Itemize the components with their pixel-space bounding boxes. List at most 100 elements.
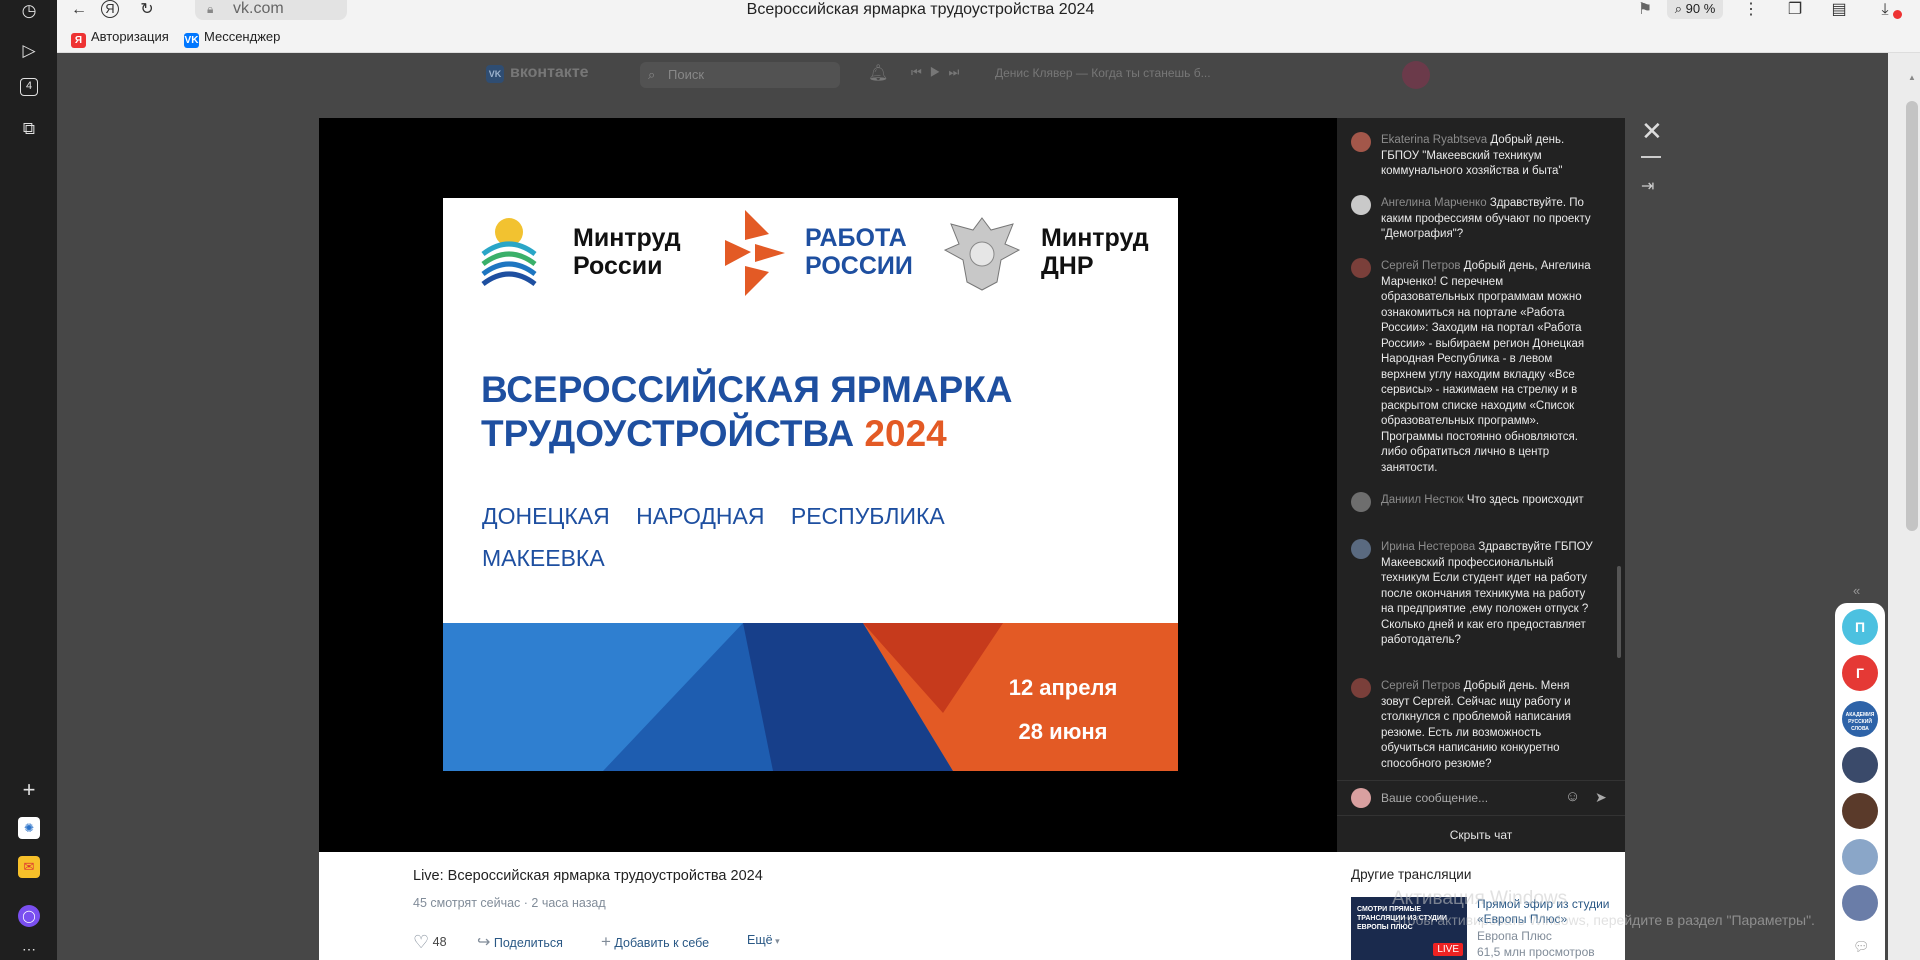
dnr-emblem <box>943 217 1021 291</box>
vk-bookmark-icon: VK <box>184 33 199 48</box>
notification-badge <box>1893 10 1902 19</box>
my-avatar <box>1351 788 1371 808</box>
chat-divider <box>1337 780 1625 781</box>
rail-avatar[interactable]: Г <box>1842 655 1878 691</box>
live-chat: Ekaterina Ryabtseva Добрый день. ГБПОУ "… <box>1337 118 1625 852</box>
user-avatar[interactable] <box>1402 61 1430 89</box>
org2-line1: РАБОТА <box>805 224 907 252</box>
scrollbar-thumb[interactable] <box>1906 101 1918 531</box>
bookmark-auth[interactable]: Я Авторизация <box>71 29 169 48</box>
add-icon[interactable]: + <box>18 779 40 801</box>
alice-icon[interactable]: ◯ <box>18 905 40 927</box>
more-button[interactable]: Ещё ▾ <box>747 933 780 947</box>
bookmark-label: Авторизация <box>91 29 169 44</box>
chat-author[interactable]: Даниил Нестюк <box>1381 494 1464 506</box>
close-icon[interactable]: ✕ <box>1641 118 1663 144</box>
player-controls[interactable]: ⏮▶⏭ <box>911 65 967 80</box>
play-icon[interactable]: ▷ <box>18 40 40 62</box>
mintrud-logo <box>481 218 537 287</box>
watermark-line2: Чтобы активировать Windows, перейдите в … <box>1392 912 1815 928</box>
bookmarks-bar: Я Авторизация VK Мессенджер <box>57 21 1920 53</box>
like-button[interactable]: ♡ 48 <box>413 932 447 953</box>
chat-author[interactable]: Сергей Петров <box>1381 260 1461 272</box>
history-icon[interactable]: ◷ <box>18 0 40 22</box>
add-button[interactable]: + Добавить к себе <box>601 932 709 952</box>
minimize-icon[interactable] <box>1641 156 1661 158</box>
zoom-icon: ⌕ <box>1674 1 1682 16</box>
bookmark-label: Мессенджер <box>204 29 281 44</box>
search-icon: ⌕ <box>648 67 656 82</box>
rail-avatar[interactable]: П <box>1842 609 1878 645</box>
now-playing[interactable]: Денис Клявер — Когда ты станешь б... <box>995 66 1211 80</box>
chat-message: Ангелина Марченко Здравствуйте. По каким… <box>1381 196 1596 243</box>
page-title: Всероссийская ярмарка трудоустройства 20… <box>746 1 1095 18</box>
other-streams-heading: Другие трансляции <box>1351 867 1472 882</box>
chevron-down-icon: ▾ <box>772 936 780 946</box>
chat-message: Сергей Петров Добрый день, Ангелина Марч… <box>1381 259 1596 476</box>
date-end: 28 июня <box>1018 719 1108 744</box>
share-button[interactable]: ↪ Поделиться <box>477 932 563 952</box>
stream-channel[interactable]: Европа Плюс <box>1477 929 1552 943</box>
chat-author[interactable]: Сергей Петров <box>1381 680 1461 692</box>
likes-count: 48 <box>432 935 447 949</box>
vk-search-input[interactable]: ⌕ Поиск <box>640 62 840 88</box>
chat-avatar <box>1351 492 1371 512</box>
time-ago: 2 часа назад <box>531 896 606 910</box>
chat-message: Даниил Нестюк Что здесь происходит <box>1381 493 1596 509</box>
chat-text: Здравствуйте ГБПОУ Макеевский профессион… <box>1381 541 1593 646</box>
rail-avatar[interactable]: АКАДЕМИЯ РУССКИЙ СЛОВА <box>1842 701 1878 737</box>
collapse-rail-icon[interactable]: « <box>1853 583 1860 598</box>
heart-icon: ♡ <box>413 932 430 952</box>
plus-icon: + <box>601 932 611 951</box>
extensions-icon[interactable]: ▤ <box>1827 0 1851 21</box>
chat-avatar <box>1351 195 1371 215</box>
chat-avatar <box>1351 132 1371 152</box>
mail-icon[interactable]: ✉ <box>18 856 40 878</box>
share-icon: ↪ <box>477 934 491 951</box>
rabota-rossii-logo <box>725 210 785 296</box>
emoji-icon[interactable]: ☺ <box>1565 788 1580 805</box>
viewers-count: 45 смотрят сейчас <box>413 896 521 910</box>
chat-avatar <box>1351 258 1371 278</box>
video-title: Live: Всероссийская ярмарка трудоустройс… <box>413 868 763 884</box>
send-icon[interactable]: ➤ <box>1595 789 1607 806</box>
screenshot-icon[interactable]: ⧉ <box>18 118 40 140</box>
hide-chat-button[interactable]: Скрыть чат <box>1337 828 1625 842</box>
chat-author[interactable]: Ирина Нестерова <box>1381 541 1475 553</box>
video-meta: 45 смотрят сейчас · 2 часа назад <box>413 896 606 910</box>
chat-input[interactable]: Ваше сообщение... <box>1381 790 1551 806</box>
chat-text: Добрый день. Меня зовут Сергей. Сейчас и… <box>1381 680 1572 770</box>
menu-icon[interactable]: ⋮ <box>1739 0 1763 21</box>
search-placeholder: Поиск <box>668 67 705 82</box>
chat-author[interactable]: Ekaterina Ryabtseva <box>1381 134 1487 146</box>
bookmark-messenger[interactable]: VK Мессенджер <box>184 29 281 48</box>
tabs-count-icon[interactable]: 4 <box>20 78 38 96</box>
chat-bubble-icon[interactable]: 💬︎ <box>1853 939 1870 955</box>
poster-city: МАКЕЕВКА <box>482 545 605 571</box>
loader-icon[interactable]: ✺ <box>18 817 40 839</box>
rail-avatar[interactable] <box>1842 747 1878 783</box>
page-scrollbar[interactable]: ▲ <box>1888 53 1920 960</box>
rail-avatar[interactable] <box>1842 885 1878 921</box>
scroll-up-icon[interactable]: ▲ <box>1908 73 1916 82</box>
stream-views: 61,5 млн просмотров <box>1477 945 1595 959</box>
chat-avatar <box>1351 678 1371 698</box>
chat-author[interactable]: Ангелина Марченко <box>1381 197 1487 209</box>
bell-icon[interactable]: 🔔︎ <box>868 63 888 83</box>
zoom-indicator[interactable]: ⌕ 90 % <box>1667 0 1723 19</box>
chat-message: Сергей Петров Добрый день. Меня зовут Се… <box>1381 679 1596 772</box>
bookmark-icon[interactable]: ⚑ <box>1633 0 1657 21</box>
yandex-bookmark-icon: Я <box>71 33 86 48</box>
vk-logo-icon[interactable]: VK <box>486 65 504 83</box>
date-start: 12 апреля <box>1008 675 1118 700</box>
region-word-2: НАРОДНАЯ <box>636 503 765 529</box>
collections-icon[interactable]: ❐ <box>1783 0 1807 21</box>
collapse-icon[interactable]: ⇥ <box>1641 176 1654 196</box>
chat-message: Ekaterina Ryabtseva Добрый день. ГБПОУ "… <box>1381 133 1596 180</box>
more-icon[interactable]: ⋯ <box>18 938 40 960</box>
chat-scrollbar[interactable] <box>1617 566 1621 658</box>
share-label: Поделиться <box>493 936 563 950</box>
rail-avatar[interactable] <box>1842 839 1878 875</box>
vk-logo-text[interactable]: вконтакте <box>510 64 589 82</box>
rail-avatar[interactable] <box>1842 793 1878 829</box>
